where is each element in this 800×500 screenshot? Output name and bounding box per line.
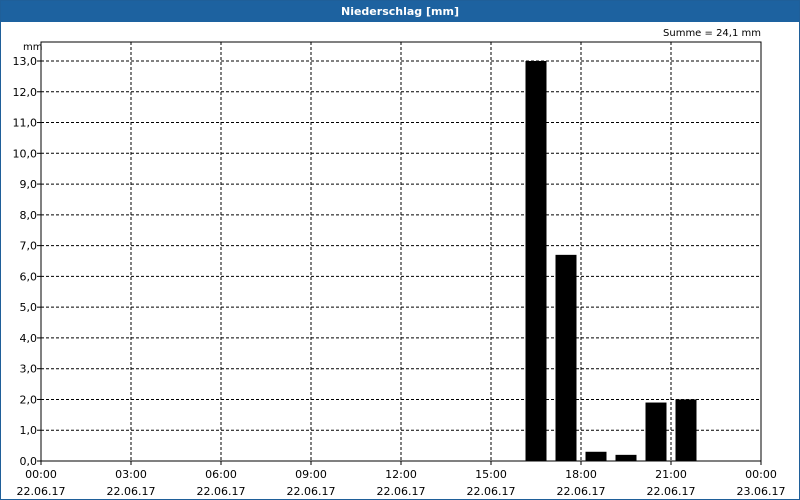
- y-tick-label: 12,0: [13, 86, 38, 99]
- y-tick-label: 7,0: [20, 240, 38, 253]
- x-tick-date: 22.06.17: [17, 485, 66, 498]
- x-tick-date: 23.06.17: [737, 485, 786, 498]
- y-tick-label: 4,0: [20, 332, 38, 345]
- sum-annotation: Summe = 24,1 mm: [663, 28, 761, 39]
- x-axis: 00:00 22.06.17 03:00 22.06.17 06:00 22.06.17 0…: [17, 461, 786, 498]
- x-tick-date: 22.06.17: [647, 485, 696, 498]
- y-axis: 0,0 1,0 2,0 3,0 4,0 5,0 6,0 7,0 8,0 9,0 10,0 11,0 12…: [13, 55, 41, 468]
- x-tick-time: 12:00: [385, 468, 417, 481]
- y-tick-label: 0,0: [20, 455, 38, 468]
- precipitation-chart: 0,0 1,0 2,0 3,0 4,0 5,0 6,0 7,0 8,0 9,0 10,0 11,0 12…: [13, 28, 786, 498]
- precip-bar: [525, 61, 547, 461]
- grid: [41, 42, 761, 461]
- precip-bar: [615, 454, 637, 461]
- x-tick-time: 00:00: [745, 468, 777, 481]
- y-tick-label: 1,0: [20, 424, 38, 437]
- x-tick-time: 15:00: [475, 468, 507, 481]
- y-tick-label: 10,0: [13, 147, 38, 160]
- x-tick-date: 22.06.17: [557, 485, 606, 498]
- x-tick-time: 00:00: [25, 468, 57, 481]
- x-tick-date: 22.06.17: [467, 485, 516, 498]
- precip-bar: [675, 399, 697, 461]
- x-tick-time: 21:00: [655, 468, 687, 481]
- precip-bar: [585, 451, 607, 461]
- x-tick-date: 22.06.17: [287, 485, 336, 498]
- y-tick-label: 6,0: [20, 270, 38, 283]
- precip-bar: [555, 254, 577, 461]
- x-tick-time: 18:00: [565, 468, 597, 481]
- x-tick-time: 03:00: [115, 468, 147, 481]
- x-tick-time: 09:00: [295, 468, 327, 481]
- y-tick-label: 11,0: [13, 117, 38, 130]
- precip-bar: [645, 402, 667, 461]
- y-axis-label: mm: [23, 42, 42, 53]
- x-tick-date: 22.06.17: [107, 485, 156, 498]
- y-tick-label: 8,0: [20, 209, 38, 222]
- x-tick-date: 22.06.17: [197, 485, 246, 498]
- y-tick-label: 2,0: [20, 393, 38, 406]
- y-tick-label: 13,0: [13, 55, 38, 68]
- x-tick-date: 22.06.17: [377, 485, 426, 498]
- x-tick-time: 06:00: [205, 468, 237, 481]
- y-tick-label: 9,0: [20, 178, 38, 191]
- y-tick-label: 5,0: [20, 301, 38, 314]
- bars: [525, 61, 697, 461]
- y-tick-label: 3,0: [20, 363, 38, 376]
